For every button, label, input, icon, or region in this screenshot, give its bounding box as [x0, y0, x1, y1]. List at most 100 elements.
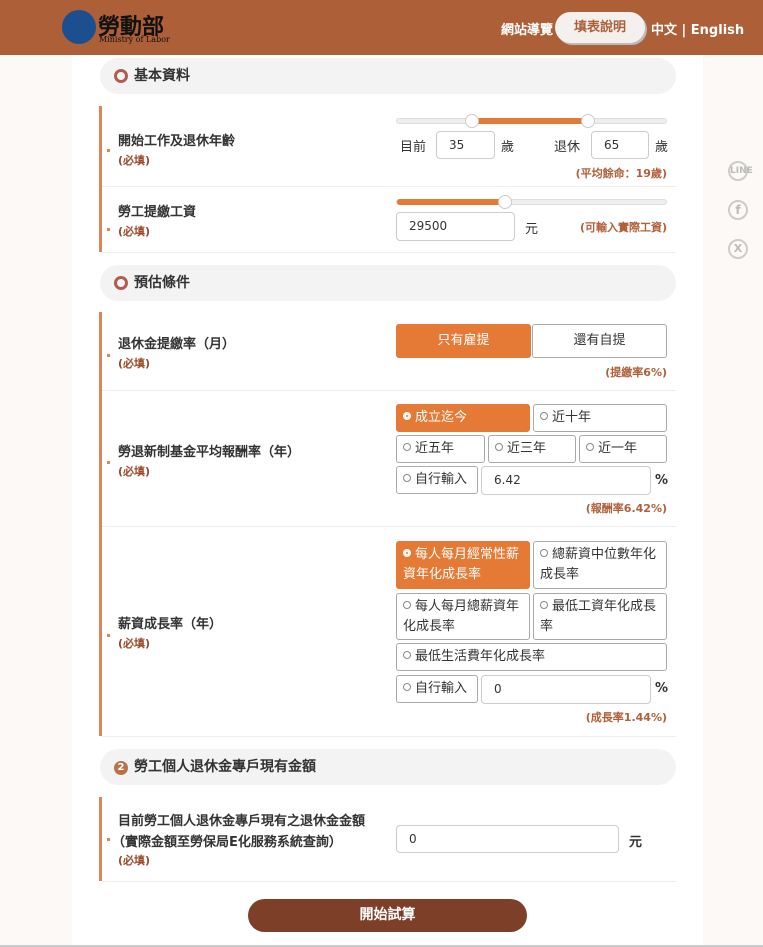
step-number-badge: 2: [114, 761, 128, 775]
retire-label: 退休: [554, 140, 581, 155]
option-since-inception[interactable]: 成立迄今: [396, 404, 530, 432]
divider: [102, 526, 676, 527]
option-label: 每人每月總薪資年化成長率: [403, 599, 520, 634]
option-regular-salary-growth[interactable]: 每人每月經常性薪資年化成長率: [396, 541, 530, 589]
option-custom[interactable]: 自行輸入: [396, 466, 478, 494]
salary-input[interactable]: 29500: [396, 212, 515, 241]
radio-icon: [403, 549, 411, 557]
facebook-icon[interactable]: f: [728, 200, 748, 220]
current-age-input[interactable]: 35: [436, 131, 495, 159]
line-icon[interactable]: LINE: [728, 161, 753, 181]
slider-fill: [397, 199, 505, 205]
age-range-slider[interactable]: [396, 114, 667, 128]
unit: 元: [525, 222, 539, 237]
start-calculation-button[interactable]: 開始試算: [248, 899, 527, 932]
option-label: 自行輸入: [415, 472, 468, 487]
option-ten-years[interactable]: 近十年: [533, 404, 667, 432]
life-expectancy-note: (平均餘命：19歲): [575, 167, 667, 180]
option-label: 成立迄今: [415, 410, 468, 425]
retire-age-input[interactable]: 65: [591, 131, 649, 159]
salary-note: (可輸入實際工資): [579, 221, 667, 234]
custom-return-input[interactable]: 6.42: [481, 466, 651, 495]
radio-icon: [403, 412, 411, 420]
custom-growth-input[interactable]: 0: [481, 675, 651, 704]
bullet: [107, 354, 110, 357]
radio-icon: [586, 443, 594, 451]
bullet: [107, 461, 110, 464]
balance-label: 目前勞工個人退休金專戶現有之退休金金額: [118, 814, 366, 829]
current-label: 目前: [400, 140, 427, 155]
radio-icon: [540, 549, 548, 557]
radio-icon: [403, 474, 411, 482]
option-minimum-wage-growth[interactable]: 最低工資年化成長率: [533, 593, 667, 640]
language-switch[interactable]: 中文 | English: [651, 19, 744, 38]
option-one-year[interactable]: 近一年: [579, 435, 667, 463]
unit: %: [655, 473, 669, 488]
x-icon[interactable]: X: [728, 239, 748, 259]
retire-age-handle[interactable]: [581, 114, 595, 128]
rate-note: (提繳率6%): [605, 366, 667, 379]
row-accent: [99, 312, 102, 736]
employer-only-button[interactable]: 只有雇提: [396, 324, 531, 358]
logo-subtitle: Ministry of Labor: [99, 35, 170, 44]
radio-icon: [403, 601, 411, 609]
section-basic-info: 基本資料: [100, 58, 676, 94]
circle-icon: [114, 276, 128, 290]
balance-hint: （實際金額至勞保局E化服務系統查詢）: [112, 835, 342, 850]
option-label: 最低生活費年化成長率: [415, 649, 546, 664]
required-tag: (必填): [118, 854, 151, 867]
option-label: 最低工資年化成長率: [540, 599, 657, 634]
divider: [102, 252, 676, 253]
balance-input[interactable]: 0: [396, 825, 619, 853]
option-label: 每人每月經常性薪資年化成長率: [403, 547, 520, 582]
option-living-cost-growth[interactable]: 最低生活費年化成長率: [396, 643, 667, 671]
radio-icon: [403, 683, 411, 691]
salary-slider[interactable]: [396, 195, 667, 209]
option-label: 近十年: [552, 410, 592, 425]
section-estimate-conditions: 預估條件: [100, 265, 676, 301]
help-button[interactable]: 填表說明: [555, 12, 645, 43]
required-tag: (必填): [118, 637, 151, 650]
self-contribution-button[interactable]: 還有自提: [532, 324, 667, 358]
option-five-years[interactable]: 近五年: [396, 435, 485, 463]
radio-icon: [403, 651, 411, 659]
row-accent: [99, 106, 102, 252]
required-tag: (必填): [118, 154, 151, 167]
divider: [102, 186, 676, 187]
option-label: 總薪資中位數年化成長率: [540, 547, 657, 582]
option-label: 近三年: [507, 441, 547, 456]
unit: %: [655, 681, 669, 696]
divider: [102, 390, 676, 391]
option-label: 近五年: [415, 441, 455, 456]
salary-handle[interactable]: [497, 195, 512, 209]
bullet: [107, 149, 110, 152]
sitemap-link[interactable]: 網站導覽: [501, 19, 553, 38]
row-accent: [99, 797, 102, 881]
ministry-logo-icon[interactable]: [62, 10, 96, 44]
salary-growth-label: 薪資成長率（年）: [118, 617, 223, 632]
required-tag: (必填): [118, 465, 151, 478]
option-label: 近一年: [598, 441, 638, 456]
slider-fill: [472, 118, 588, 124]
divider: [102, 736, 676, 737]
bullet: [107, 228, 110, 231]
contribution-rate-label: 退休金提繳率（月）: [118, 337, 236, 352]
option-median-salary-growth[interactable]: 總薪資中位數年化成長率: [533, 541, 667, 589]
option-three-years[interactable]: 近三年: [488, 435, 576, 463]
bullet: [107, 838, 110, 841]
unit: 元: [629, 835, 643, 850]
required-tag: (必填): [118, 357, 151, 370]
fund-return-label: 勞退新制基金平均報酬率（年）: [118, 445, 301, 460]
option-custom[interactable]: 自行輸入: [396, 675, 478, 703]
bullet: [107, 634, 110, 637]
growth-note: (成長率1.44%): [585, 711, 667, 724]
current-age-handle[interactable]: [465, 114, 479, 128]
return-note: (報酬率6.42%): [585, 502, 667, 515]
option-label: 自行輸入: [415, 681, 468, 696]
option-total-salary-growth[interactable]: 每人每月總薪資年化成長率: [396, 593, 530, 640]
divider: [102, 881, 676, 882]
section-account-balance: 勞工個人退休金專戶現有金額: [100, 749, 676, 785]
salary-label: 勞工提繳工資: [118, 205, 197, 220]
unit: 歲: [501, 140, 515, 155]
radio-icon: [495, 443, 503, 451]
